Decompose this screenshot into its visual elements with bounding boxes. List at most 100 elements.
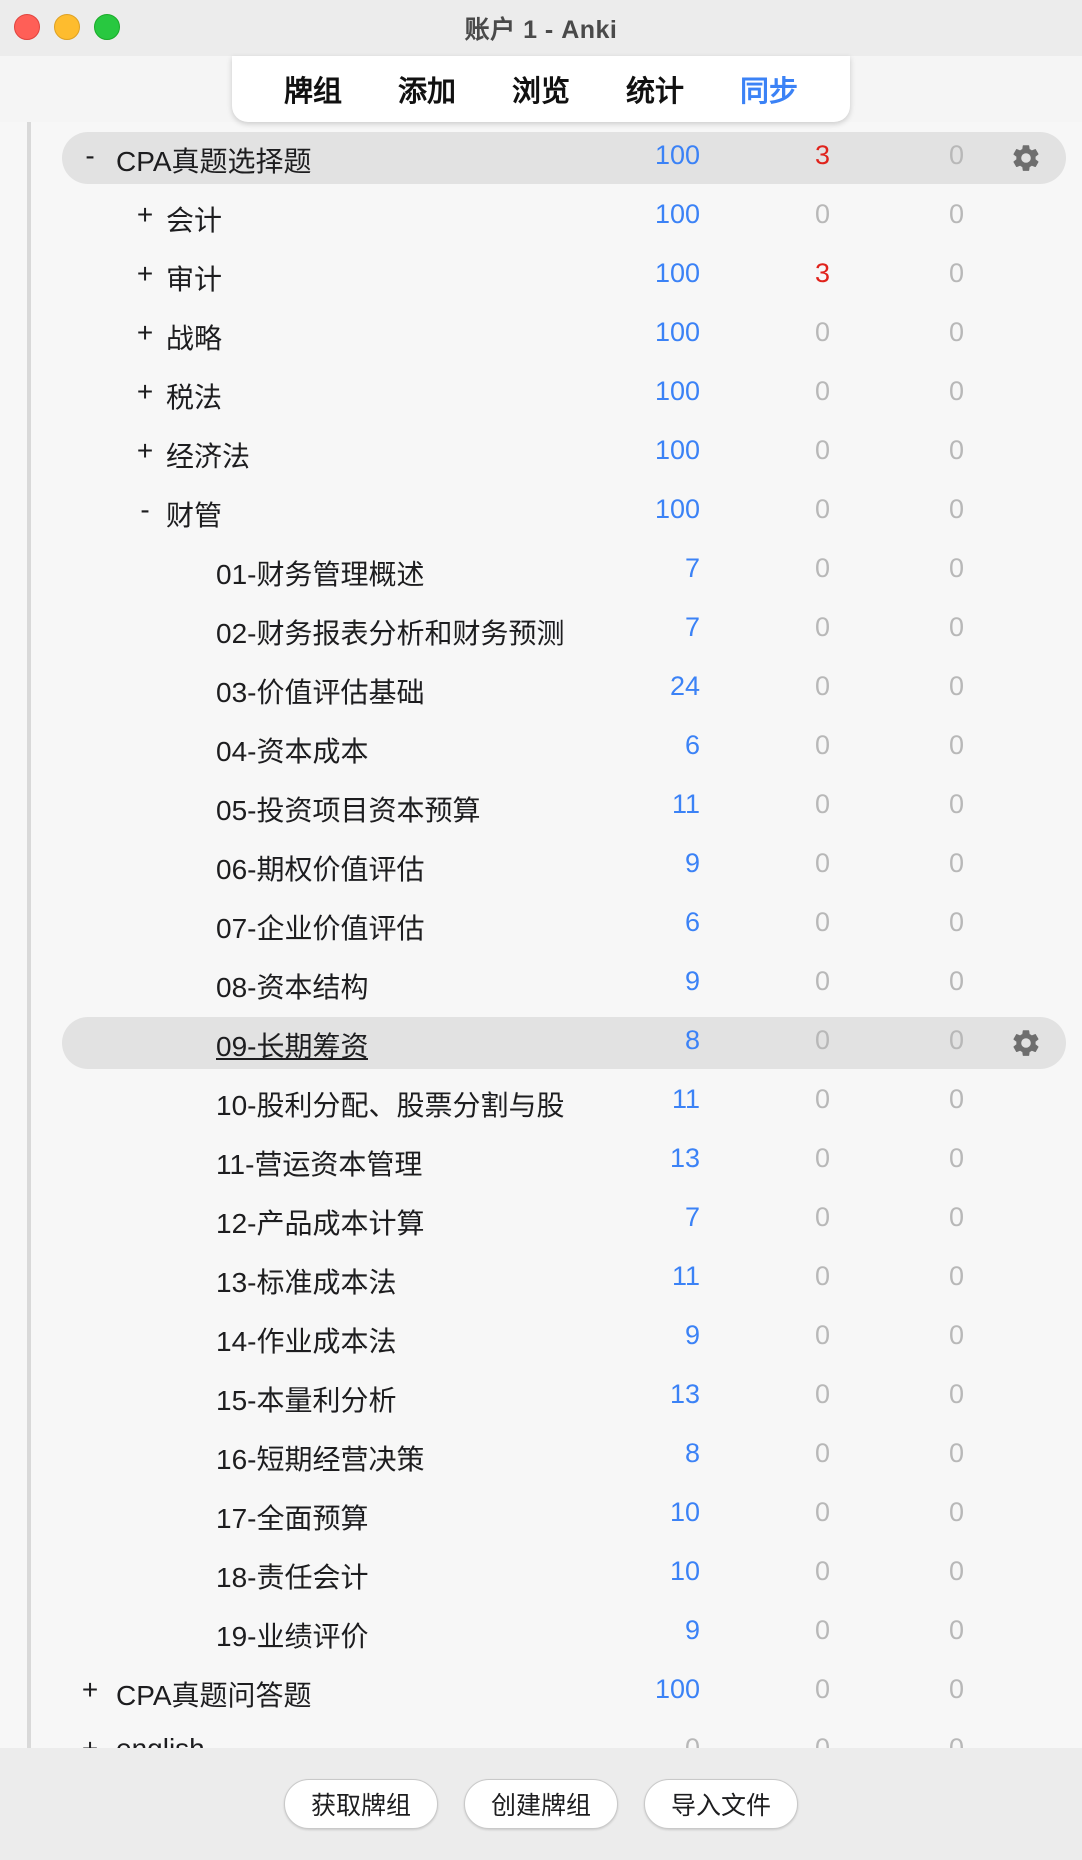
deck-name[interactable]: 04-资本成本 [216,730,368,770]
deck-name[interactable]: 06-期权价值评估 [216,848,424,888]
deck-row[interactable]: 07-企业价值评估 6 0 0 [0,899,1082,958]
deck-name[interactable]: 13-标准成本法 [216,1261,396,1301]
expand-toggle[interactable]: + [133,199,157,231]
deck-row[interactable]: + 战略 100 0 0 [0,309,1082,368]
collapse-toggle[interactable]: - [78,140,102,172]
tab-add[interactable]: 添加 [398,68,456,110]
due-count: 0 [948,199,964,229]
deck-name[interactable]: 10-股利分配、股票分割与股 [216,1084,564,1124]
deck-row[interactable]: 10-股利分配、股票分割与股 11 0 0 [0,1076,1082,1135]
deck-row[interactable]: + 税法 100 0 0 [0,368,1082,427]
deck-name[interactable]: 11-营运资本管理 [216,1143,422,1183]
deck-row[interactable]: 04-资本成本 6 0 0 [0,722,1082,781]
deck-name[interactable]: 16-短期经营决策 [216,1438,424,1478]
deck-row[interactable]: - 财管 100 0 0 [0,486,1082,545]
deck-row[interactable]: - CPA真题选择题 100 3 0 [0,132,1082,191]
deck-name[interactable]: 01-财务管理概述 [216,553,424,593]
deck-row[interactable]: 18-责任会计 10 0 0 [0,1548,1082,1607]
expand-toggle[interactable]: + [133,376,157,408]
deck-row[interactable]: + english 0 0 0 [0,1725,1082,1748]
tab-stats[interactable]: 统计 [626,68,684,110]
due-count: 0 [948,376,964,406]
new-count: 10 [669,1556,700,1586]
deck-row[interactable]: 08-资本结构 9 0 0 [0,958,1082,1017]
deck-name[interactable]: 战略 [166,317,222,357]
expand-toggle[interactable]: + [78,1674,102,1706]
expand-toggle[interactable]: + [133,317,157,349]
deck-name[interactable]: english [116,1733,205,1748]
deck-name[interactable]: 07-企业价值评估 [216,907,424,947]
deck-row[interactable]: + 审计 100 3 0 [0,250,1082,309]
deck-name[interactable]: 09-长期筹资 [216,1025,368,1065]
deck-name[interactable]: 14-作业成本法 [216,1320,396,1360]
deck-row[interactable]: 19-业绩评价 9 0 0 [0,1607,1082,1666]
deck-name[interactable]: 17-全面预算 [216,1497,368,1537]
deck-row[interactable]: 03-价值评估基础 24 0 0 [0,663,1082,722]
deck-name[interactable]: 财管 [166,494,222,534]
due-count: 0 [948,1143,964,1173]
deck-row[interactable]: 14-作业成本法 9 0 0 [0,1312,1082,1371]
deck-name[interactable]: 会计 [166,199,222,239]
deck-name[interactable]: 05-投资项目资本预算 [216,789,480,829]
expand-toggle[interactable]: + [78,1733,102,1748]
deck-name[interactable]: 18-责任会计 [216,1556,368,1596]
deck-row[interactable]: 17-全面预算 10 0 0 [0,1489,1082,1548]
learning-count: 0 [814,1025,830,1055]
new-count: 0 [684,1733,700,1748]
import-file-button[interactable]: 导入文件 [644,1779,799,1829]
deck-row[interactable]: 06-期权价值评估 9 0 0 [0,840,1082,899]
close-window-button[interactable] [14,14,40,40]
create-deck-button[interactable]: 创建牌组 [463,1779,618,1829]
deck-row[interactable]: + 会计 100 0 0 [0,191,1082,250]
new-count: 10 [669,1497,700,1527]
deck-row[interactable]: 15-本量利分析 13 0 0 [0,1371,1082,1430]
deck-row[interactable]: 13-标准成本法 11 0 0 [0,1253,1082,1312]
deck-row[interactable]: 16-短期经营决策 8 0 0 [0,1430,1082,1489]
deck-name[interactable]: 02-财务报表分析和财务预测 [216,612,564,652]
deck-row[interactable]: 09-长期筹资 8 0 0 [0,1017,1082,1076]
tab-decks[interactable]: 牌组 [284,68,342,110]
expand-toggle[interactable]: + [133,258,157,290]
deck-name[interactable]: 审计 [166,258,222,298]
new-count: 100 [654,435,700,465]
get-shared-decks-button[interactable]: 获取牌组 [283,1779,438,1829]
deck-row[interactable]: + CPA真题问答题 100 0 0 [0,1666,1082,1725]
zoom-window-button[interactable] [94,14,120,40]
deck-name[interactable]: 税法 [166,376,222,416]
new-count: 100 [654,199,700,229]
new-count: 7 [684,612,700,642]
new-count: 100 [654,1674,700,1704]
deck-row[interactable]: + 经济法 100 0 0 [0,427,1082,486]
deck-name[interactable]: 12-产品成本计算 [216,1202,424,1242]
tab-browse[interactable]: 浏览 [512,68,570,110]
minimize-window-button[interactable] [54,14,80,40]
new-count: 11 [671,789,700,819]
new-count: 11 [671,1261,700,1291]
gear-icon[interactable] [1010,142,1042,174]
collapse-toggle[interactable]: - [133,494,157,526]
deck-name[interactable]: 19-业绩评价 [216,1615,368,1655]
expand-toggle[interactable]: + [133,435,157,467]
deck-name[interactable]: 15-本量利分析 [216,1379,396,1419]
deck-name[interactable]: 经济法 [166,435,250,475]
main-toolbar: 牌组 添加 浏览 统计 同步 [232,56,850,122]
deck-row[interactable]: 11-营运资本管理 13 0 0 [0,1135,1082,1194]
deck-row[interactable]: 12-产品成本计算 7 0 0 [0,1194,1082,1253]
deck-name[interactable]: 08-资本结构 [216,966,368,1006]
due-count: 0 [948,1497,964,1527]
new-count: 100 [654,376,700,406]
new-count: 100 [654,258,700,288]
deck-name[interactable]: 03-价值评估基础 [216,671,424,711]
new-count: 9 [684,1615,700,1645]
deck-name[interactable]: CPA真题问答题 [116,1674,312,1714]
new-count: 7 [684,553,700,583]
learning-count: 0 [814,730,830,760]
gear-icon[interactable] [1010,1027,1042,1059]
deck-row[interactable]: 01-财务管理概述 7 0 0 [0,545,1082,604]
deck-row[interactable]: 02-财务报表分析和财务预测 7 0 0 [0,604,1082,663]
deck-name[interactable]: CPA真题选择题 [116,140,312,180]
new-count: 8 [684,1438,700,1468]
tab-sync[interactable]: 同步 [740,68,798,110]
learning-count: 3 [814,258,830,288]
deck-row[interactable]: 05-投资项目资本预算 11 0 0 [0,781,1082,840]
